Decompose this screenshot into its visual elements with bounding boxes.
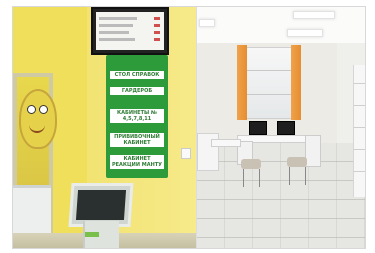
side-desk (211, 139, 241, 147)
ceiling (197, 7, 365, 43)
ceiling-light (287, 29, 323, 37)
display-line (99, 17, 137, 20)
mural-mouth (29, 125, 45, 133)
sun-mural (19, 89, 57, 149)
display-line (99, 31, 129, 34)
chair-leg (305, 167, 306, 185)
shelf-board (354, 171, 365, 172)
office-chair (241, 159, 261, 169)
sign-item-offices: КАБИНЕТЫ № 4,5,7,8,11 (110, 109, 164, 123)
shelf-board (354, 105, 365, 106)
computer-monitor (249, 121, 267, 135)
sign-item-cloakroom: ГАРДЕРОБ (110, 87, 164, 95)
display-number (154, 38, 160, 41)
sign-item-info-desk: СТОЛ СПРАВОК (110, 71, 164, 79)
display-number (154, 17, 160, 20)
sign-item-mantoux: КАБИНЕТ РЕАКЦИИ МАНТУ (110, 155, 164, 169)
display-line (99, 24, 133, 27)
shelf-board (354, 83, 365, 84)
shelf-board (354, 127, 365, 128)
office-photo (196, 7, 365, 248)
wall-socket (181, 148, 191, 159)
mural-eye (27, 105, 36, 114)
office-chair (287, 157, 307, 167)
queue-display (91, 7, 169, 55)
chair-leg (289, 167, 290, 185)
chair-leg (259, 169, 260, 187)
queue-display-screen (96, 12, 164, 50)
curtain-left (237, 45, 247, 120)
sign-item-vaccination: ПРИВИВОЧНЫЙ КАБИНЕТ (110, 133, 164, 147)
desk-pedestal (305, 135, 321, 167)
window-frame (244, 70, 296, 71)
ceiling-light (293, 11, 335, 19)
photo-collage: СТОЛ СПРАВОК ГАРДЕРОБ КАБИНЕТЫ № 4,5,7,8… (12, 6, 366, 249)
chair-leg (243, 169, 244, 187)
kiosk-display (75, 190, 127, 220)
display-number (154, 31, 160, 34)
curtain-right (291, 45, 301, 120)
window-frame (244, 94, 296, 95)
mural-eye (39, 105, 48, 114)
display-number (154, 24, 160, 27)
kiosk-accent (85, 232, 99, 237)
hallway-photo: СТОЛ СПРАВОК ГАРДЕРОБ КАБИНЕТЫ № 4,5,7,8… (13, 7, 196, 248)
shelving-unit (353, 65, 365, 197)
shelf-board (354, 149, 365, 150)
direction-sign: СТОЛ СПРАВОК ГАРДЕРОБ КАБИНЕТЫ № 4,5,7,8… (106, 55, 168, 178)
computer-monitor (277, 121, 295, 135)
display-line (99, 38, 135, 41)
window (243, 47, 297, 119)
ceiling-light (199, 19, 215, 27)
floor-grout (197, 143, 365, 248)
